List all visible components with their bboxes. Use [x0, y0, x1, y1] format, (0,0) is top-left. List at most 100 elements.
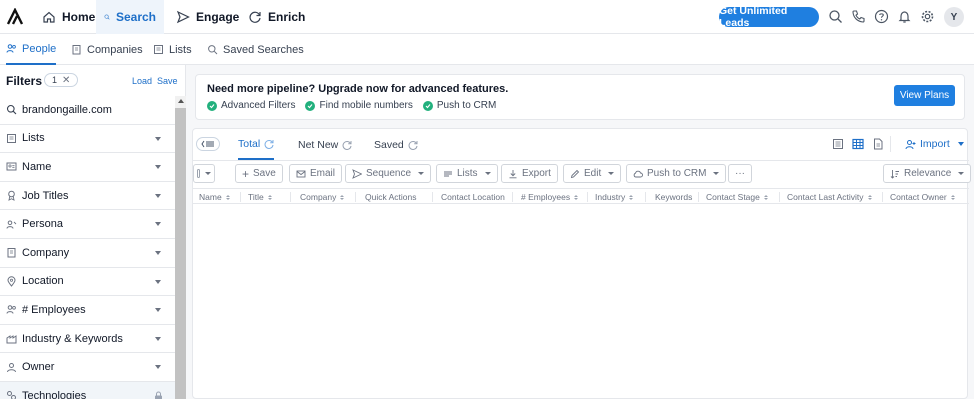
- loading-spinner-icon: [408, 140, 418, 150]
- mail-icon: [296, 170, 306, 177]
- export-label: Export: [522, 168, 551, 179]
- upgrade-banner: Need more pipeline? Upgrade now for adva…: [195, 74, 965, 120]
- sort-icon: [890, 169, 899, 179]
- filter-label: Company: [22, 246, 70, 259]
- phone-icon[interactable]: [851, 9, 866, 24]
- active-filter-count[interactable]: 1 ✕: [44, 73, 79, 87]
- tab-saved-searches[interactable]: Saved Searches: [207, 34, 304, 65]
- save-filters-link[interactable]: Save: [157, 76, 178, 86]
- gear-icon[interactable]: [920, 9, 935, 24]
- chevron-down-icon: [484, 172, 491, 175]
- column-header-company[interactable]: Company: [300, 189, 345, 205]
- column-divider: [882, 192, 883, 202]
- column-label: Industry: [595, 192, 626, 202]
- sort-arrows-icon: [574, 194, 579, 200]
- badge-icon: [8, 190, 15, 201]
- filter-owner[interactable]: Owner: [0, 353, 175, 382]
- feature-item: Find mobile numbers: [305, 100, 413, 111]
- sort-arrows-icon: [950, 194, 955, 200]
- nav-tab-search[interactable]: Search: [96, 0, 164, 34]
- results-panel: Total Net New Saved Import + Save Email …: [192, 128, 972, 399]
- bulk-actions-toolbar: + Save Email Sequence Lists Export Edit …: [193, 160, 972, 187]
- more-actions-button[interactable]: ···: [728, 164, 752, 183]
- column-header-contact-stage[interactable]: Contact Stage: [706, 189, 768, 205]
- tab-label: People: [22, 42, 57, 55]
- nav-tab-engage[interactable]: Engage: [168, 0, 247, 34]
- edit-label: Edit: [584, 168, 602, 179]
- column-header-contact-location[interactable]: Contact Location: [441, 189, 505, 205]
- tab-total[interactable]: Total: [238, 129, 275, 160]
- filter-label: Location: [22, 275, 64, 288]
- edit-button[interactable]: Edit: [563, 164, 622, 183]
- export-button[interactable]: Export: [501, 164, 558, 183]
- column-header-name[interactable]: Name: [199, 189, 230, 205]
- column-header-contact-last-activity[interactable]: Contact Last Activity: [787, 189, 872, 205]
- import-button[interactable]: Import: [905, 137, 964, 151]
- domain-search-filter[interactable]: brandongaille.com: [0, 96, 175, 125]
- tab-companies[interactable]: Companies: [71, 34, 143, 65]
- scroll-up-arrow-icon[interactable]: [178, 99, 184, 103]
- view-plans-button[interactable]: View Plans: [894, 85, 955, 106]
- sort-arrows-icon: [340, 194, 345, 200]
- tab-people[interactable]: People: [6, 34, 57, 65]
- column-header-employees[interactable]: # Employees: [521, 189, 579, 205]
- filter-technologies[interactable]: Technologies: [0, 381, 175, 399]
- tab-net-new[interactable]: Net New: [298, 129, 352, 160]
- load-filters-link[interactable]: Load: [132, 76, 152, 86]
- filter-persona[interactable]: Persona: [0, 210, 175, 239]
- push-to-crm-button[interactable]: Push to CRM: [626, 164, 727, 183]
- help-icon[interactable]: [874, 9, 889, 24]
- nav-tab-label: Search: [115, 10, 156, 24]
- filter-company[interactable]: Company: [0, 239, 175, 268]
- filter-lists[interactable]: Lists: [0, 125, 175, 154]
- sort-relevance-button[interactable]: Relevance: [883, 164, 972, 183]
- chevron-down-icon: [155, 165, 161, 170]
- search-icon[interactable]: [828, 9, 843, 24]
- get-unlimited-leads-button[interactable]: Get Unlimited Leads: [719, 5, 819, 29]
- collapse-filters-button[interactable]: [196, 137, 220, 151]
- column-divider: [512, 192, 513, 202]
- sort-arrows-icon: [763, 194, 768, 200]
- scrollbar-thumb[interactable]: [175, 108, 186, 399]
- filter-label: Owner: [22, 361, 55, 374]
- lists-button[interactable]: Lists: [436, 164, 498, 183]
- filter-industry-keywords[interactable]: Industry & Keywords: [0, 325, 175, 354]
- save-button[interactable]: + Save: [235, 164, 283, 183]
- filter-location[interactable]: Location: [0, 268, 175, 297]
- column-header-contact-owner[interactable]: Contact Owner: [890, 189, 955, 205]
- nav-tab-label: Engage: [196, 10, 240, 24]
- tab-saved[interactable]: Saved: [374, 129, 418, 160]
- filter-label: Persona: [22, 218, 63, 231]
- list-view-icon[interactable]: [832, 138, 844, 150]
- clear-filters-icon[interactable]: ✕: [62, 75, 70, 86]
- email-button[interactable]: Email: [289, 164, 343, 183]
- avatar[interactable]: Y: [944, 7, 964, 27]
- chevron-down-icon: [155, 308, 161, 313]
- import-label: Import: [920, 138, 950, 150]
- tab-lists[interactable]: Lists: [153, 34, 192, 65]
- filters-panel: Filters 1 ✕ Load Save brandongaille.com …: [0, 65, 186, 399]
- select-all-checkbox[interactable]: [193, 164, 215, 183]
- list-icon: [444, 171, 452, 176]
- column-label: # Employees: [521, 192, 571, 202]
- list-icon: [154, 45, 163, 54]
- chevron-down-icon: [608, 172, 615, 175]
- bell-icon[interactable]: [897, 9, 912, 24]
- table-view-icon[interactable]: [852, 138, 864, 150]
- cloud-icon: [633, 170, 643, 177]
- tab-label: Net New: [298, 138, 339, 151]
- document-view-icon[interactable]: [872, 138, 884, 150]
- filter-job-titles[interactable]: Job Titles: [0, 182, 175, 211]
- sequence-button[interactable]: Sequence: [345, 164, 432, 183]
- filter-name[interactable]: Name: [0, 153, 175, 182]
- push-label: Push to CRM: [647, 168, 707, 179]
- column-header-title[interactable]: Title: [248, 189, 272, 205]
- nav-tab-home[interactable]: Home: [34, 0, 103, 34]
- nav-tab-enrich[interactable]: Enrich: [240, 0, 313, 34]
- filters-scrollbar[interactable]: [175, 96, 186, 399]
- column-header-industry[interactable]: Industry: [595, 189, 634, 205]
- main-content: Need more pipeline? Upgrade now for adva…: [186, 65, 974, 399]
- checkbox[interactable]: [197, 169, 200, 178]
- filter-employees[interactable]: # Employees: [0, 296, 175, 325]
- apollo-logo-icon[interactable]: [6, 8, 24, 26]
